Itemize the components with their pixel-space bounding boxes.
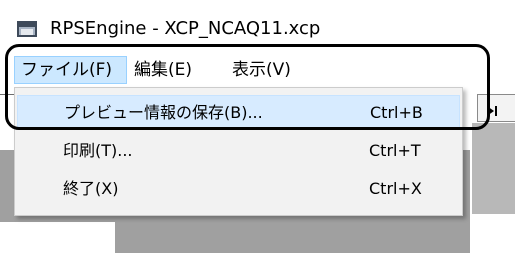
menu-file[interactable]: ファイル(F) [14, 56, 127, 84]
toolbar-fragment [477, 94, 515, 122]
menu-bar: ファイル(F) 編集(E) 表示(V) [0, 51, 515, 88]
menu-item-shortcut: Ctrl+X [369, 179, 422, 198]
app-window-icon[interactable] [17, 21, 37, 37]
workspace-left-area [0, 222, 115, 253]
play-step-icon[interactable] [486, 102, 498, 116]
menu-item-save-preview-info[interactable]: プレビュー情報の保存(B)... Ctrl+B [17, 95, 460, 129]
menu-item-exit[interactable]: 終了(X) Ctrl+X [17, 172, 460, 206]
right-gray-strip [472, 123, 515, 214]
menu-item-shortcut: Ctrl+B [370, 103, 423, 122]
title-bar: RPSEngine - XCP_NCAQ11.xcp [0, 0, 515, 50]
menu-item-label: 印刷(T)... [63, 141, 133, 160]
menu-edit[interactable]: 編集(E) [128, 56, 224, 84]
menu-view[interactable]: 表示(V) [226, 56, 322, 84]
window-title: RPSEngine - XCP_NCAQ11.xcp [50, 18, 321, 39]
menu-item-label: プレビュー情報の保存(B)... [64, 103, 263, 122]
file-menu-dropdown: プレビュー情報の保存(B)... Ctrl+B 印刷(T)... Ctrl+T … [14, 87, 463, 216]
menu-item-shortcut: Ctrl+T [369, 141, 421, 160]
menu-item-label: 終了(X) [63, 179, 119, 198]
menu-item-print[interactable]: 印刷(T)... Ctrl+T [17, 134, 460, 168]
